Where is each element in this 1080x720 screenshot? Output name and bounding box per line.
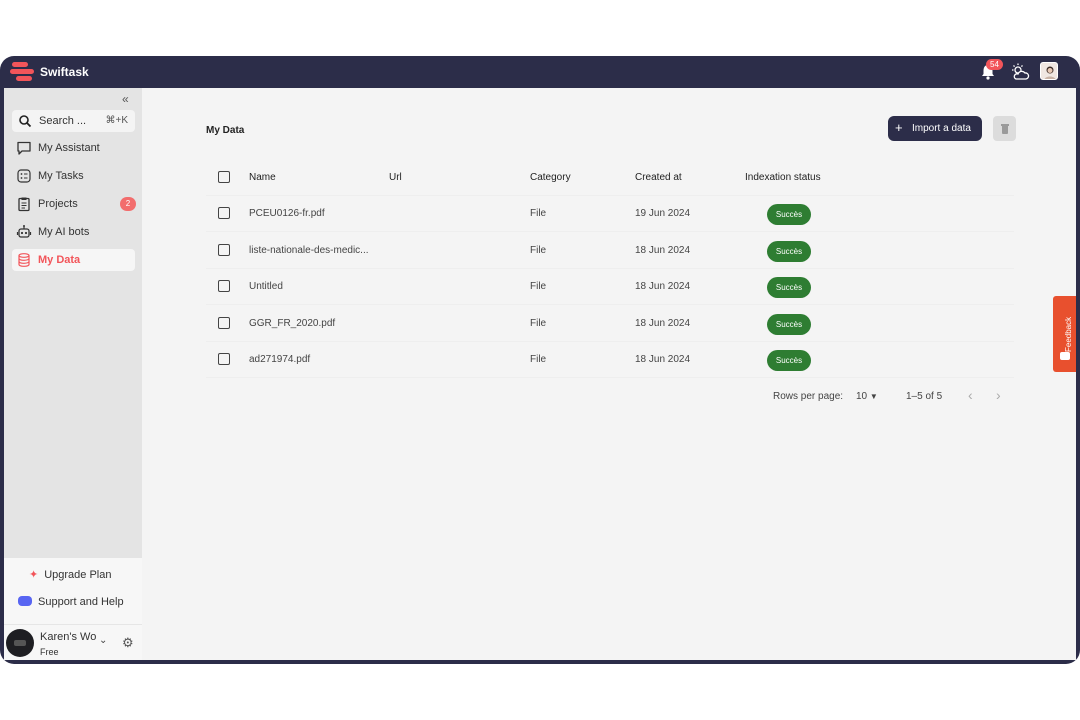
swiftask-logo[interactable] — [10, 62, 36, 82]
status-badge: Succès — [767, 204, 811, 225]
main-content: My Data + Import a data Name Url Categor… — [142, 88, 1076, 660]
row-checkbox[interactable] — [218, 317, 230, 329]
rows-per-page-value: 10 — [856, 391, 868, 402]
search-button[interactable]: Search ... ⌘+K — [12, 110, 135, 132]
weather-icon[interactable] — [1010, 62, 1030, 82]
search-label: Search ... — [39, 115, 87, 127]
user-avatar-top[interactable] — [1040, 62, 1058, 80]
cell-name: liste-nationale-des-medic... — [249, 245, 369, 256]
status-badge: Succès — [767, 241, 811, 262]
rows-per-page-select[interactable]: 10 ▼ — [856, 391, 878, 402]
cell-category: File — [530, 281, 547, 292]
cell-name: GGR_FR_2020.pdf — [249, 318, 336, 329]
import-data-label: Import a data — [912, 123, 971, 134]
user-plan: Free — [40, 647, 59, 657]
next-page-icon[interactable]: › — [996, 387, 1001, 403]
robot-icon — [16, 225, 32, 238]
table-row[interactable]: Untitled File 18 Jun 2024 Succès — [206, 269, 1014, 305]
chevron-down-icon[interactable]: ⌄ — [99, 635, 107, 646]
status-badge: Succès — [767, 314, 811, 335]
cell-created-at: 18 Jun 2024 — [635, 281, 691, 292]
row-checkbox[interactable] — [218, 244, 230, 256]
cell-category: File — [530, 354, 547, 365]
header-url[interactable]: Url — [389, 172, 402, 183]
cell-category: File — [530, 245, 547, 256]
support-help-button[interactable]: Support and Help — [18, 596, 124, 608]
feedback-tab[interactable]: Feedback — [1053, 296, 1076, 372]
clipboard-icon — [18, 197, 30, 212]
row-checkbox[interactable] — [218, 280, 230, 292]
projects-count-badge: 2 — [120, 197, 136, 211]
upgrade-plan-label: Upgrade Plan — [44, 569, 112, 581]
avatar — [6, 629, 34, 657]
sidebar-item-my-assistant[interactable]: My Assistant — [12, 137, 135, 159]
rows-per-page-label: Rows per page: — [773, 391, 844, 402]
top-bar: Swiftask 54 — [0, 56, 1080, 88]
brand-name: Swiftask — [40, 65, 89, 79]
sidebar-item-label: My AI bots — [38, 226, 90, 238]
caret-down-icon: ▼ — [869, 392, 878, 401]
sidebar-item-my-ai-bots[interactable]: My AI bots — [12, 221, 135, 243]
discord-icon — [18, 596, 32, 606]
cell-created-at: 18 Jun 2024 — [635, 318, 691, 329]
cell-name: Untitled — [249, 281, 283, 292]
sidebar-item-my-tasks[interactable]: My Tasks — [12, 165, 135, 187]
table-row[interactable]: GGR_FR_2020.pdf File 18 Jun 2024 Succès — [206, 306, 1014, 342]
select-all-checkbox[interactable] — [218, 171, 230, 183]
page-range: 1–5 of 5 — [906, 391, 943, 402]
support-help-label: Support and Help — [38, 596, 124, 608]
status-badge: Succès — [767, 277, 811, 298]
upgrade-plan-button[interactable]: ✦ Upgrade Plan — [29, 568, 112, 581]
header-created-at[interactable]: Created at — [635, 172, 682, 183]
row-checkbox[interactable] — [218, 353, 230, 365]
sidebar: « Search ... ⌘+K My Assistant My Tasks P… — [4, 88, 142, 660]
user-menu[interactable]: Karen's Wo Free ⌄ ⚙ — [4, 624, 142, 660]
gear-icon[interactable]: ⚙ — [122, 635, 134, 651]
search-shortcut: ⌘+K — [105, 115, 128, 126]
table-header-row: Name Url Category Created at Indexation … — [206, 160, 1014, 196]
header-category[interactable]: Category — [530, 172, 571, 183]
table-row[interactable]: liste-nationale-des-medic... File 18 Jun… — [206, 233, 1014, 269]
cell-category: File — [530, 208, 547, 219]
sidebar-footer: ✦ Upgrade Plan Support and Help Karen's W… — [4, 558, 142, 660]
pagination: Rows per page: 10 ▼ 1–5 of 5 ‹ › — [206, 378, 1014, 414]
cell-created-at: 18 Jun 2024 — [635, 354, 691, 365]
tasks-icon — [17, 169, 31, 183]
page-title: My Data — [206, 125, 245, 136]
header-indexation-status[interactable]: Indexation status — [745, 172, 821, 183]
status-badge: Succès — [767, 350, 811, 371]
import-data-button[interactable]: + Import a data — [888, 116, 982, 141]
collapse-sidebar-icon[interactable]: « — [122, 92, 129, 106]
sidebar-item-label: My Data — [38, 254, 81, 266]
cell-created-at: 19 Jun 2024 — [635, 208, 691, 219]
database-icon — [18, 253, 30, 267]
chat-icon — [17, 141, 31, 155]
cell-created-at: 18 Jun 2024 — [635, 245, 691, 256]
feedback-icon — [1060, 352, 1070, 360]
sidebar-item-my-data[interactable]: My Data — [12, 249, 135, 271]
notification-badge: 54 — [986, 59, 1003, 70]
user-name: Karen's Wo — [40, 631, 97, 643]
sidebar-item-label: Projects — [38, 198, 78, 210]
header-name[interactable]: Name — [249, 172, 276, 183]
sparkle-icon: ✦ — [29, 569, 39, 581]
app-window: Swiftask 54 « Search ... ⌘+K My Assistan… — [0, 56, 1080, 664]
sidebar-item-label: My Tasks — [38, 170, 84, 182]
cell-category: File — [530, 318, 547, 329]
row-checkbox[interactable] — [218, 207, 230, 219]
table-row[interactable]: PCEU0126-fr.pdf File 19 Jun 2024 Succès — [206, 196, 1014, 232]
search-icon — [19, 115, 32, 128]
sidebar-item-projects[interactable]: Projects 2 — [12, 193, 136, 215]
table-row[interactable]: ad271974.pdf File 18 Jun 2024 Succès — [206, 342, 1014, 378]
previous-page-icon[interactable]: ‹ — [968, 387, 973, 403]
delete-button[interactable] — [993, 116, 1016, 141]
cell-name: PCEU0126-fr.pdf — [249, 208, 325, 219]
plus-icon: + — [895, 120, 903, 135]
feedback-label: Feedback — [1064, 316, 1073, 352]
sidebar-item-label: My Assistant — [38, 142, 100, 154]
cell-name: ad271974.pdf — [249, 354, 311, 365]
